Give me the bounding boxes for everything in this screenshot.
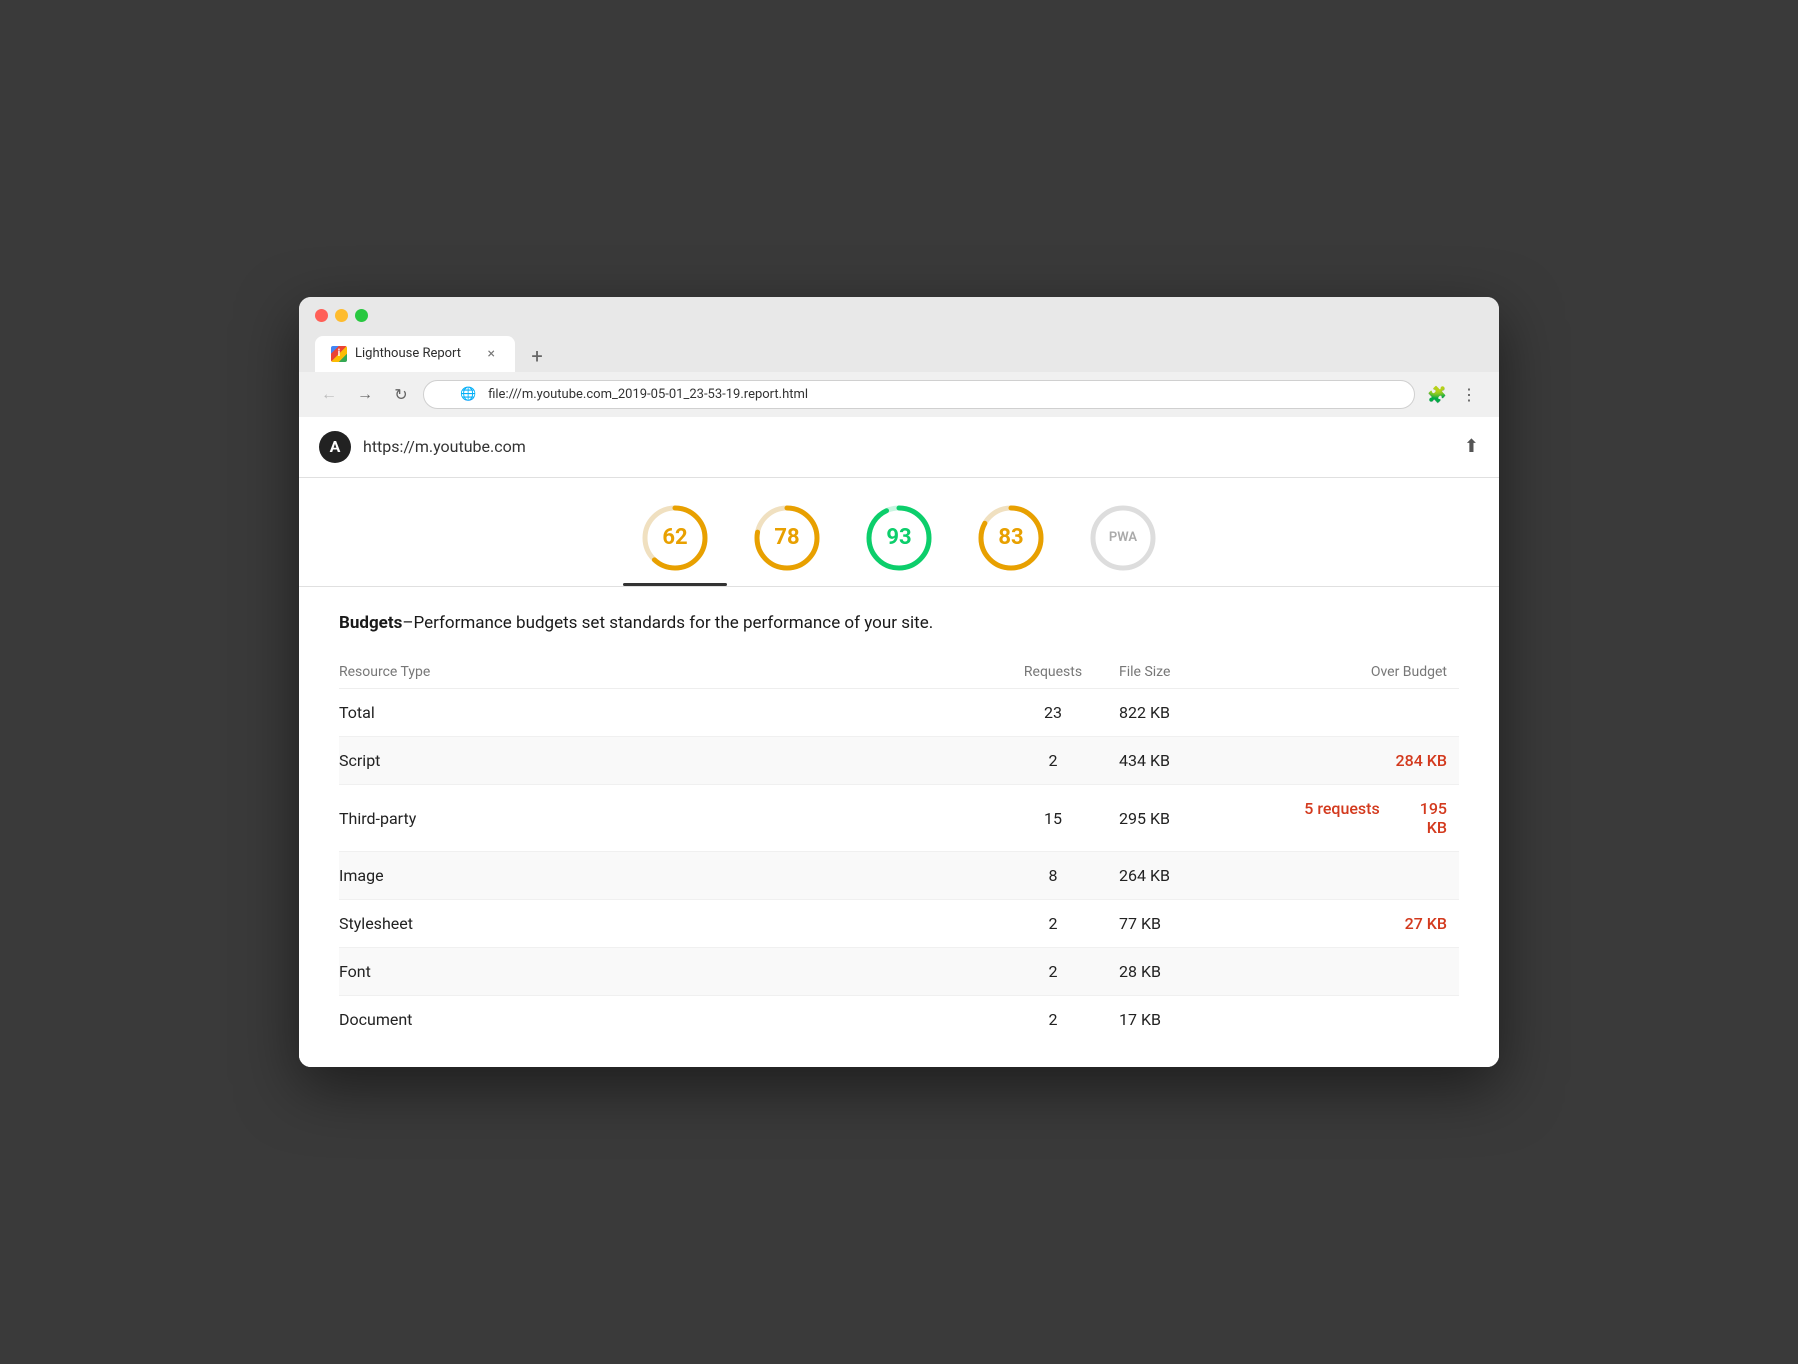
col-over-budget: Over Budget	[1299, 656, 1459, 689]
table-row: Total23822 KB	[339, 689, 1459, 737]
window-controls-row	[315, 309, 1483, 322]
site-url-text: https://m.youtube.com	[363, 437, 526, 456]
budgets-heading: Budgets	[339, 613, 402, 633]
score-circle-best-practices: 93	[863, 502, 935, 574]
back-icon: ←	[321, 384, 337, 404]
cell-over-budget: 284 KB	[1299, 737, 1459, 785]
forward-icon: →	[357, 384, 373, 404]
active-tab[interactable]: i Lighthouse Report ×	[315, 336, 515, 372]
cell-resource-type: Stylesheet	[339, 900, 999, 948]
score-circle-accessibility: 78	[751, 502, 823, 574]
cell-requests: 23	[999, 689, 1119, 737]
cell-over-budget	[1299, 852, 1459, 900]
cell-resource-type: Font	[339, 948, 999, 996]
site-logo: A	[319, 431, 351, 463]
extensions-button[interactable]: 🧩	[1423, 380, 1451, 408]
minimize-button[interactable]	[335, 309, 348, 322]
score-value-seo: 83	[998, 525, 1023, 550]
lighthouse-tab-icon: i	[331, 346, 347, 362]
score-performance[interactable]: 62	[623, 502, 727, 586]
col-resource-type: Resource Type	[339, 656, 999, 689]
cell-file-size: 28 KB	[1119, 948, 1299, 996]
share-button[interactable]: ⬆	[1464, 436, 1479, 457]
cell-resource-type: Third-party	[339, 785, 999, 852]
score-circle-performance: 62	[639, 502, 711, 574]
score-value-performance: 62	[662, 525, 687, 550]
score-value-pwa: PWA	[1109, 530, 1137, 545]
new-tab-button[interactable]: +	[523, 342, 551, 370]
score-pwa[interactable]: PWA	[1071, 502, 1175, 586]
cell-requests: 2	[999, 948, 1119, 996]
table-row: Stylesheet277 KB27 KB	[339, 900, 1459, 948]
table-header-row: Resource Type Requests File Size Over Bu…	[339, 656, 1459, 689]
budgets-title: Budgets–Performance budgets set standard…	[339, 611, 1459, 637]
score-seo[interactable]: 83	[959, 502, 1063, 586]
score-value-best-practices: 93	[886, 525, 911, 550]
table-row: Document217 KB	[339, 996, 1459, 1044]
title-bar: i Lighthouse Report × +	[299, 297, 1499, 372]
tab-label: Lighthouse Report	[355, 346, 476, 361]
cell-over-budget	[1299, 996, 1459, 1044]
cell-resource-type: Image	[339, 852, 999, 900]
menu-button[interactable]: ⋮	[1455, 380, 1483, 408]
table-row: Third-party15295 KB5 requests195 KB	[339, 785, 1459, 852]
logo-letter: A	[330, 437, 341, 456]
score-circle-pwa: PWA	[1087, 502, 1159, 574]
back-button[interactable]: ←	[315, 380, 343, 408]
window-controls	[315, 309, 368, 322]
reload-icon: ↻	[394, 385, 407, 404]
cell-file-size: 17 KB	[1119, 996, 1299, 1044]
score-circle-seo: 83	[975, 502, 1047, 574]
table-row: Font228 KB	[339, 948, 1459, 996]
cell-file-size: 822 KB	[1119, 689, 1299, 737]
cell-resource-type: Total	[339, 689, 999, 737]
cell-requests: 2	[999, 900, 1119, 948]
browser-window: i Lighthouse Report × + ← → ↻ 🌐 file:///…	[299, 297, 1499, 1068]
budgets-section: Budgets–Performance budgets set standard…	[299, 587, 1499, 1068]
score-best-practices[interactable]: 93	[847, 502, 951, 586]
main-content: 62 78	[299, 478, 1499, 1068]
reload-button[interactable]: ↻	[387, 380, 415, 408]
toolbar-icons: 🧩 ⋮	[1423, 380, 1483, 408]
budgets-description: –Performance budgets set standards for t…	[402, 613, 933, 633]
cell-over-budget	[1299, 689, 1459, 737]
scores-area: 62 78	[299, 478, 1499, 586]
cell-file-size: 295 KB	[1119, 785, 1299, 852]
url-text: file:///m.youtube.com_2019-05-01_23-53-1…	[488, 387, 808, 402]
cell-file-size: 77 KB	[1119, 900, 1299, 948]
address-bar[interactable]: 🌐 file:///m.youtube.com_2019-05-01_23-53…	[423, 380, 1415, 409]
maximize-button[interactable]	[355, 309, 368, 322]
table-row: Image8264 KB	[339, 852, 1459, 900]
lock-icon: 🌐	[460, 387, 476, 402]
col-requests: Requests	[999, 656, 1119, 689]
address-bar-row: ← → ↻ 🌐 file:///m.youtube.com_2019-05-01…	[299, 372, 1499, 417]
cell-requests: 15	[999, 785, 1119, 852]
score-accessibility[interactable]: 78	[735, 502, 839, 586]
cell-requests: 8	[999, 852, 1119, 900]
close-button[interactable]	[315, 309, 328, 322]
site-header: A https://m.youtube.com ⬆	[299, 417, 1499, 478]
site-url-area: A https://m.youtube.com	[319, 431, 526, 463]
cell-over-budget: 5 requests195 KB	[1299, 785, 1459, 852]
cell-requests: 2	[999, 737, 1119, 785]
tab-close-button[interactable]: ×	[484, 344, 499, 364]
forward-button[interactable]: →	[351, 380, 379, 408]
tabs-row: i Lighthouse Report × +	[315, 336, 1483, 372]
score-value-accessibility: 78	[774, 525, 799, 550]
table-row: Script2434 KB284 KB	[339, 737, 1459, 785]
cell-file-size: 264 KB	[1119, 852, 1299, 900]
cell-file-size: 434 KB	[1119, 737, 1299, 785]
cell-resource-type: Script	[339, 737, 999, 785]
cell-requests: 2	[999, 996, 1119, 1044]
cell-resource-type: Document	[339, 996, 999, 1044]
cell-over-budget	[1299, 948, 1459, 996]
col-file-size: File Size	[1119, 656, 1299, 689]
budget-table: Resource Type Requests File Size Over Bu…	[339, 656, 1459, 1043]
cell-over-budget: 27 KB	[1299, 900, 1459, 948]
